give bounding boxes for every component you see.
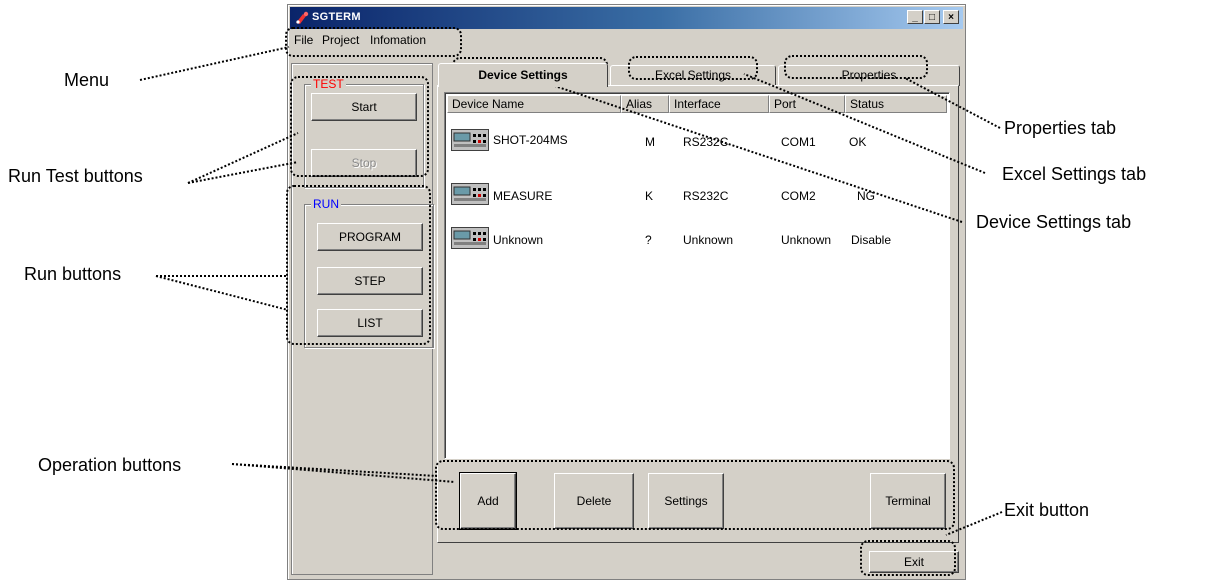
device-port: Unknown <box>781 233 832 247</box>
app-window: SGTERM _ □ × File Project Infomation TES… <box>287 4 966 580</box>
device-port: COM1 <box>781 135 816 149</box>
tab-properties[interactable]: Properties <box>778 65 960 86</box>
device-alias: ? <box>645 233 652 247</box>
test-group-title: TEST <box>311 77 346 91</box>
left-control-panel: TEST Start Stop RUN PROGRAM STEP LIST <box>291 63 434 575</box>
add-button[interactable]: Add <box>459 472 517 530</box>
run-group: RUN PROGRAM STEP LIST <box>304 197 434 348</box>
column-header-port[interactable]: Port <box>769 95 845 113</box>
device-icon <box>451 129 489 151</box>
column-header-alias[interactable]: Alias <box>621 95 669 113</box>
menu-bar: File Project Infomation <box>290 31 963 49</box>
device-status: NG <box>857 189 875 203</box>
device-alias: M <box>645 135 655 149</box>
device-list[interactable]: Device Name Alias Interface Port Status … <box>444 92 950 459</box>
menu-file[interactable]: File <box>294 33 313 47</box>
menu-information[interactable]: Infomation <box>370 33 426 47</box>
terminal-button[interactable]: Terminal <box>870 473 946 529</box>
window-title: SGTERM <box>312 11 361 23</box>
device-status: OK <box>849 135 867 149</box>
device-status: Disable <box>851 233 892 247</box>
annotation-properties-tab: Properties tab <box>1004 118 1117 138</box>
tab-excel-settings[interactable]: Excel Settings <box>610 65 776 86</box>
stop-button[interactable]: Stop <box>311 149 417 177</box>
annotation-run-buttons: Run buttons <box>24 264 122 284</box>
menu-project[interactable]: Project <box>322 33 359 47</box>
device-icon <box>451 183 489 205</box>
close-button[interactable]: × <box>943 10 959 24</box>
column-header-status[interactable]: Status <box>845 95 947 113</box>
device-interface: RS232C <box>683 135 729 149</box>
run-group-title: RUN <box>311 197 341 211</box>
device-port: COM2 <box>781 189 816 203</box>
annotation-menu: Menu <box>64 70 110 90</box>
device-interface: RS232C <box>683 189 729 203</box>
device-name: Unknown <box>493 233 544 247</box>
delete-button[interactable]: Delete <box>554 473 634 529</box>
annotation-run-test-buttons: Run Test buttons <box>8 166 143 186</box>
maximize-button[interactable]: □ <box>924 10 940 24</box>
test-group: TEST Start Stop <box>304 77 424 188</box>
status-bar: Exit <box>291 551 963 573</box>
annotation-exit-button: Exit button <box>1004 500 1090 520</box>
list-button[interactable]: LIST <box>317 309 423 337</box>
table-row[interactable]: Unknown ? Unknown Unknown Disable <box>447 225 947 253</box>
annotation-operation-buttons: Operation buttons <box>38 455 182 475</box>
annotation-excel-settings-tab: Excel Settings tab <box>1002 164 1147 184</box>
start-button[interactable]: Start <box>311 93 417 121</box>
table-row[interactable]: MEASURE K RS232C COM2 NG <box>447 181 947 209</box>
exit-button[interactable]: Exit <box>869 551 959 573</box>
tab-device-settings[interactable]: Device Settings <box>438 63 608 87</box>
app-logo-icon <box>296 11 309 24</box>
device-interface: Unknown <box>683 233 734 247</box>
minimize-button[interactable]: _ <box>907 10 923 24</box>
column-header-device-name[interactable]: Device Name <box>447 95 621 113</box>
step-button[interactable]: STEP <box>317 267 423 295</box>
table-row[interactable]: SHOT-204MS M RS232C COM1 OK <box>447 127 947 155</box>
device-icon <box>451 227 489 249</box>
device-alias: K <box>645 189 654 203</box>
program-button[interactable]: PROGRAM <box>317 223 423 251</box>
settings-button[interactable]: Settings <box>648 473 724 529</box>
title-bar[interactable]: SGTERM _ □ × <box>290 7 963 29</box>
column-header-interface[interactable]: Interface <box>669 95 769 113</box>
device-settings-panel: Device Name Alias Interface Port Status … <box>437 85 959 543</box>
device-name: MEASURE <box>493 189 553 203</box>
device-name: SHOT-204MS <box>493 133 568 147</box>
annotation-device-settings-tab: Device Settings tab <box>976 212 1132 232</box>
